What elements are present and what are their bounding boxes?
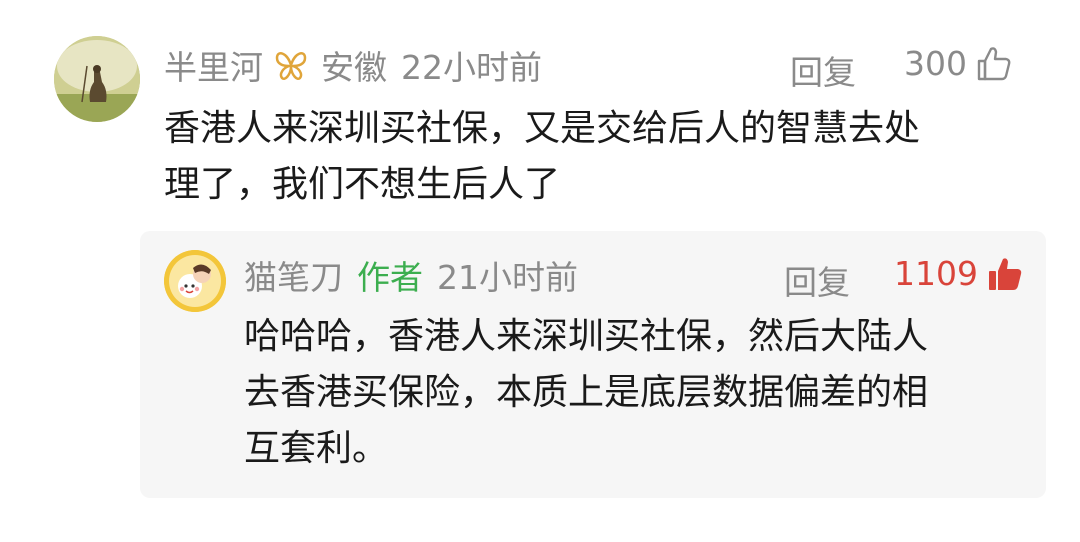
comment-text-line: 理了，我们不想生后人了: [164, 164, 561, 205]
butterfly-badge-icon: [273, 48, 309, 82]
reply-text: 哈哈哈，香港人来深圳买社保，然后大陆人 去香港买保险，本质上是底层数据偏差的相 …: [244, 309, 1034, 477]
reply-text-line: 去香港买保险，本质上是底层数据偏差的相: [244, 372, 929, 413]
avatar-image: [54, 36, 140, 122]
thumbs-up-filled-icon: [988, 257, 1022, 290]
thumbs-up-outline-icon: [977, 46, 1011, 80]
reply-text-line: 哈哈哈，香港人来深圳买社保，然后大陆人: [244, 316, 929, 357]
comment-text-line: 香港人来深圳买社保，又是交给后人的智慧去处: [164, 108, 921, 149]
reply-button[interactable]: 回复: [790, 46, 856, 94]
reply-username[interactable]: 猫笔刀: [244, 251, 343, 299]
timestamp: 22小时前: [401, 48, 542, 87]
reply-avatar[interactable]: [164, 250, 226, 312]
username[interactable]: 半里河: [164, 41, 263, 89]
author-badge: 作者: [357, 258, 423, 297]
reply-like-count: 1109: [894, 254, 978, 293]
avatar[interactable]: [54, 36, 140, 122]
reply-timestamp: 21小时前: [437, 258, 578, 297]
reply-meta: 猫笔刀 作者 21小时前: [244, 252, 578, 298]
like-count: 300: [904, 44, 967, 83]
like-button[interactable]: 300: [904, 44, 1013, 83]
reply-reply-button[interactable]: 回复: [784, 256, 850, 304]
comment-text: 香港人来深圳买社保，又是交给后人的智慧去处 理了，我们不想生后人了: [164, 101, 1044, 213]
cartoon-avatar-image: [164, 250, 226, 312]
location: 安徽: [321, 48, 387, 87]
comment-meta: 半里河 安徽 22小时前: [164, 42, 542, 88]
reply-text-line: 互套利。: [244, 428, 389, 469]
reply-like-button[interactable]: 1109: [894, 254, 1024, 293]
